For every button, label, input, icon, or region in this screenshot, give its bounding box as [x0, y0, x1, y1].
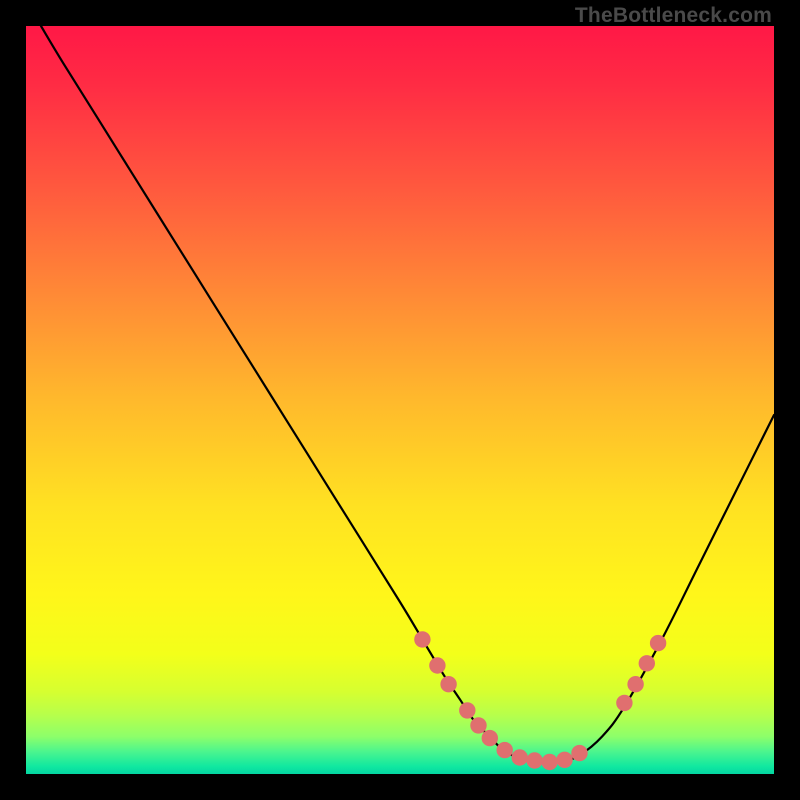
marker-dot [429, 657, 445, 673]
marker-dot [616, 695, 632, 711]
marker-dot [541, 754, 557, 770]
marker-dot [526, 752, 542, 768]
marker-dot [459, 702, 475, 718]
marker-dot [556, 752, 572, 768]
marker-group [414, 631, 666, 770]
bottleneck-plot [26, 26, 774, 774]
marker-dot [482, 730, 498, 746]
marker-dot [650, 635, 666, 651]
marker-dot [497, 742, 513, 758]
marker-dot [512, 749, 528, 765]
bottleneck-curve [41, 26, 774, 762]
marker-dot [440, 676, 456, 692]
marker-dot [639, 655, 655, 671]
marker-dot [571, 745, 587, 761]
marker-dot [627, 676, 643, 692]
watermark-text: TheBottleneck.com [575, 4, 772, 28]
marker-dot [470, 717, 486, 733]
marker-dot [414, 631, 430, 647]
